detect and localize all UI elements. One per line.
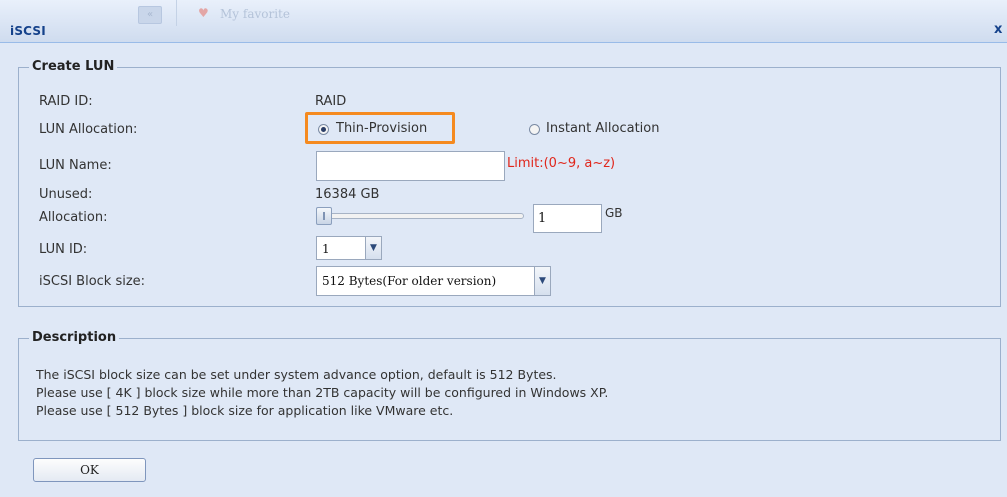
toolbar-divider: [176, 0, 177, 26]
lun-id-select[interactable]: 1 ▼: [316, 236, 382, 260]
instant-allocation-radio[interactable]: [529, 124, 540, 135]
lun-id-value: 1: [322, 242, 330, 256]
chevron-down-icon[interactable]: ▼: [365, 237, 381, 259]
allocation-slider-track[interactable]: [318, 213, 524, 219]
lun-name-input[interactable]: [316, 151, 505, 181]
lun-name-limit-hint: Limit:(0~9, a~z): [507, 156, 616, 171]
block-size-label: iSCSI Block size:: [39, 274, 146, 289]
block-size-select[interactable]: 512 Bytes(For older version) ▼: [316, 266, 551, 296]
raid-id-label: RAID ID:: [39, 94, 93, 109]
lun-id-label: LUN ID:: [39, 242, 88, 257]
ok-button[interactable]: OK: [33, 458, 146, 482]
window-title: iSCSI: [10, 24, 46, 38]
allocation-unit: GB: [605, 206, 623, 220]
lun-name-label: LUN Name:: [39, 158, 112, 173]
unused-label: Unused:: [39, 187, 93, 202]
favorite-tab-label[interactable]: My favorite: [220, 7, 290, 21]
description-line-3: Please use [ 512 Bytes ] block size for …: [36, 403, 454, 418]
description-line-2: Please use [ 4K ] block size while more …: [36, 385, 609, 400]
description-legend: Description: [29, 330, 120, 345]
instant-allocation-label[interactable]: Instant Allocation: [546, 121, 659, 136]
allocation-input[interactable]: [533, 204, 602, 233]
thin-provision-label[interactable]: Thin-Provision: [336, 121, 427, 136]
thin-provision-radio[interactable]: [318, 124, 329, 135]
create-lun-legend: Create LUN: [29, 59, 118, 74]
unused-value: 16384 GB: [315, 187, 380, 202]
collapse-icon[interactable]: «: [138, 6, 162, 24]
window-title-bar: « ♥ My favorite iSCSI x: [0, 0, 1007, 43]
chevron-down-icon[interactable]: ▼: [534, 267, 550, 295]
close-icon[interactable]: x: [994, 22, 1002, 37]
heart-icon: ♥: [198, 6, 209, 20]
raid-id-value: RAID: [315, 94, 347, 109]
allocation-label: Allocation:: [39, 210, 108, 225]
lun-allocation-label: LUN Allocation:: [39, 122, 138, 137]
allocation-slider-thumb[interactable]: [316, 207, 332, 225]
block-size-value: 512 Bytes(For older version): [322, 274, 497, 288]
description-line-1: The iSCSI block size can be set under sy…: [36, 367, 557, 382]
